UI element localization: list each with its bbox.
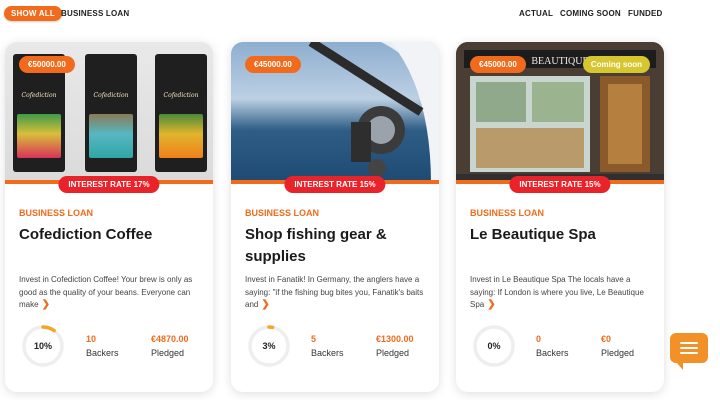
coffee-bag-image: Cofediction bbox=[85, 54, 137, 172]
interest-rate-badge: INTEREST RATE 15% bbox=[509, 176, 611, 193]
progress-percent: 3% bbox=[262, 341, 276, 351]
campaign-title[interactable]: Cofediction Coffee bbox=[19, 224, 199, 246]
backers-count: 0 bbox=[536, 334, 542, 344]
campaign-description: Invest in Cofediction Coffee! Your brew … bbox=[19, 274, 203, 312]
campaign-category: BUSINESS LOAN bbox=[470, 208, 545, 218]
pledged-label: Pledged bbox=[376, 348, 410, 358]
filter-business-loan[interactable]: BUSINESS LOAN bbox=[61, 9, 129, 18]
filter-actual[interactable]: ACTUAL bbox=[519, 9, 553, 18]
pledged-amount: €0 bbox=[601, 334, 612, 344]
filter-coming-soon[interactable]: COMING SOON bbox=[560, 9, 621, 18]
chevron-right-icon[interactable]: ❯ bbox=[487, 299, 495, 310]
goal-badge: €50000.00 bbox=[19, 56, 75, 73]
campaign-card[interactable]: Cofediction Cofediction Cofediction €500… bbox=[5, 42, 213, 392]
campaign-image: €45000.00 bbox=[231, 42, 439, 184]
goal-badge: €45000.00 bbox=[245, 56, 301, 73]
interest-rate-badge: INTEREST RATE 15% bbox=[284, 176, 386, 193]
backers-label: Backers bbox=[536, 348, 569, 358]
backers-label: Backers bbox=[86, 348, 119, 358]
campaign-title[interactable]: Le Beautique Spa bbox=[470, 224, 650, 246]
backers-count: 10 bbox=[86, 334, 97, 344]
campaign-title[interactable]: Shop fishing gear & supplies bbox=[245, 224, 425, 268]
campaign-description: Invest in Fanatik! In Germany, the angle… bbox=[245, 274, 429, 312]
pledged-label: Pledged bbox=[151, 348, 185, 358]
backers-count: 5 bbox=[311, 334, 317, 344]
chat-bubble-icon[interactable] bbox=[670, 333, 708, 370]
coming-soon-badge: Coming soon bbox=[582, 56, 650, 73]
campaign-description: Invest in Le Beautique Spa The locals ha… bbox=[470, 274, 654, 312]
svg-text:BEAUTIQUE: BEAUTIQUE bbox=[531, 56, 588, 67]
campaign-category: BUSINESS LOAN bbox=[245, 208, 320, 218]
progress-ring: 3% bbox=[247, 324, 291, 368]
pledged-label: Pledged bbox=[601, 348, 635, 358]
progress-ring: 10% bbox=[21, 324, 65, 368]
campaign-image: BEAUTIQUE €45000.00 Coming soon bbox=[456, 42, 664, 184]
campaign-category: BUSINESS LOAN bbox=[19, 208, 94, 218]
description-text: Invest in Le Beautique Spa The locals ha… bbox=[470, 275, 644, 309]
backers-label: Backers bbox=[311, 348, 344, 358]
interest-rate-badge: INTEREST RATE 17% bbox=[58, 176, 160, 193]
goal-badge: €45000.00 bbox=[470, 56, 526, 73]
filter-show-all[interactable]: SHOW ALL bbox=[4, 6, 62, 21]
pledged-amount: €4870.00 bbox=[151, 334, 189, 344]
filter-funded[interactable]: FUNDED bbox=[628, 9, 663, 18]
chevron-right-icon[interactable]: ❯ bbox=[42, 299, 50, 310]
campaign-image: Cofediction Cofediction Cofediction €500… bbox=[5, 42, 213, 184]
description-text: Invest in Fanatik! In Germany, the angle… bbox=[245, 275, 424, 309]
progress-ring: 0% bbox=[472, 324, 516, 368]
chevron-right-icon[interactable]: ❯ bbox=[261, 299, 269, 310]
coffee-bag-image: Cofediction bbox=[155, 54, 207, 172]
progress-percent: 10% bbox=[33, 341, 52, 351]
pledged-amount: €1300.00 bbox=[376, 334, 414, 344]
campaign-card[interactable]: BEAUTIQUE €45000.00 Coming soon INTEREST… bbox=[456, 42, 664, 392]
campaign-card[interactable]: €45000.00 INTEREST RATE 15% BUSINESS LOA… bbox=[231, 42, 439, 392]
progress-percent: 0% bbox=[487, 341, 501, 351]
filter-bar: SHOW ALL BUSINESS LOAN ACTUAL COMING SOO… bbox=[0, 0, 720, 30]
